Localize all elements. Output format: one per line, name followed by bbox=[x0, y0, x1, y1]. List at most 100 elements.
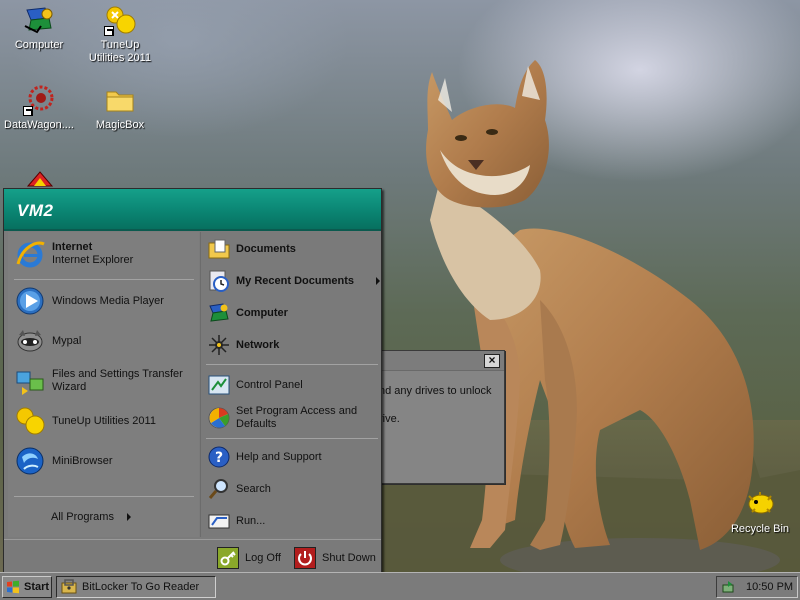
shortcut-arrow-icon bbox=[23, 106, 33, 116]
menu-item-label: Network bbox=[236, 338, 280, 351]
menu-separator bbox=[206, 438, 378, 439]
start-menu-right-pane: Documents My Recent Documents Computer N… bbox=[200, 232, 381, 537]
menu-separator bbox=[14, 279, 194, 280]
arrow-right-icon bbox=[127, 513, 131, 521]
minibrowser-icon bbox=[14, 445, 46, 477]
log-off-label: Log Off bbox=[245, 552, 281, 564]
menu-item-label: Help and Support bbox=[236, 450, 322, 463]
media-player-icon bbox=[14, 285, 46, 317]
svg-text:?: ? bbox=[215, 450, 223, 466]
shut-down-button[interactable]: Shut Down bbox=[294, 547, 376, 569]
bitlocker-icon bbox=[61, 579, 77, 594]
bitlocker-dialog[interactable]: × nd any drives to unlock rive. bbox=[372, 350, 505, 484]
menu-item-my-recent-documents[interactable]: My Recent Documents bbox=[207, 269, 354, 293]
menu-item-control-panel[interactable]: Control Panel bbox=[207, 373, 303, 397]
datawagon-icon bbox=[23, 84, 55, 116]
menu-item-label: MiniBrowser bbox=[52, 454, 113, 467]
menu-item-internet[interactable]: Internet Internet Explorer bbox=[14, 238, 133, 270]
search-icon bbox=[207, 477, 231, 501]
start-label: Start bbox=[24, 581, 50, 593]
recent-documents-icon bbox=[207, 269, 231, 293]
desktop-icon-recycle-bin[interactable]: Recycle Bin bbox=[722, 488, 798, 536]
tuneup-icon bbox=[14, 405, 46, 437]
menu-item-help-and-support[interactable]: ? Help and Support bbox=[207, 445, 322, 469]
taskbar-button-label: BitLocker To Go Reader bbox=[82, 581, 200, 593]
menu-item-tuneup[interactable]: TuneUp Utilities 2011 bbox=[14, 405, 156, 437]
computer-icon bbox=[23, 4, 55, 36]
start-menu-header: VM2 bbox=[4, 189, 381, 231]
menu-item-label: Documents bbox=[236, 242, 296, 255]
menu-item-computer[interactable]: Computer bbox=[207, 301, 288, 325]
transfer-wizard-icon bbox=[14, 365, 46, 397]
menu-item-label: Windows Media Player bbox=[52, 294, 164, 307]
dialog-message-line: nd any drives to unlock bbox=[379, 385, 492, 397]
menu-item-label: Set Program Access and Defaults bbox=[236, 405, 358, 430]
menu-item-search[interactable]: Search bbox=[207, 477, 271, 501]
system-tray: 10:50 PM bbox=[716, 576, 798, 598]
desktop-icon-label: TuneUp Utilities 2011 bbox=[88, 39, 152, 64]
recycle-bin-icon bbox=[744, 488, 776, 520]
computer-icon bbox=[207, 301, 231, 325]
user-name: VM2 bbox=[17, 201, 54, 220]
desktop-icon-magicbox[interactable]: MagicBox bbox=[82, 84, 158, 132]
program-access-icon bbox=[207, 406, 231, 430]
menu-item-label: Files and Settings Transfer Wizard bbox=[52, 368, 183, 393]
menu-item-title: Internet bbox=[52, 241, 93, 253]
desktop-icon-datawagon[interactable]: DataWagon.... bbox=[1, 84, 77, 132]
desktop-icon-partial[interactable] bbox=[24, 168, 56, 188]
tuneup-icon bbox=[104, 4, 136, 36]
menu-item-label: Mypal bbox=[52, 334, 82, 347]
start-menu[interactable]: VM2 Internet Internet Explorer Windows M… bbox=[3, 188, 382, 576]
safely-remove-hardware-icon[interactable] bbox=[722, 580, 736, 594]
menu-item-label: TuneUp Utilities 2011 bbox=[52, 414, 156, 427]
desktop-icon-label: MagicBox bbox=[95, 119, 145, 131]
taskbar-button-bitlocker[interactable]: BitLocker To Go Reader bbox=[56, 576, 216, 598]
start-menu-left-pane: Internet Internet Explorer Windows Media… bbox=[8, 232, 199, 537]
folder-icon bbox=[104, 84, 136, 116]
arrow-right-icon bbox=[376, 277, 380, 285]
clock[interactable]: 10:50 PM bbox=[746, 581, 793, 593]
start-menu-footer: Log Off Shut Down bbox=[4, 539, 381, 575]
menu-item-files-settings-transfer[interactable]: Files and Settings Transfer Wizard bbox=[14, 365, 192, 397]
menu-item-documents[interactable]: Documents bbox=[207, 237, 296, 261]
menu-item-run[interactable]: Run... bbox=[207, 509, 265, 533]
shortcut-arrow-icon bbox=[104, 26, 114, 36]
shut-down-label: Shut Down bbox=[322, 552, 376, 564]
desktop-icon-tuneup[interactable]: TuneUp Utilities 2011 bbox=[82, 4, 158, 65]
menu-item-mypal[interactable]: Mypal bbox=[14, 325, 81, 357]
menu-item-label: Run... bbox=[236, 514, 266, 527]
close-icon: × bbox=[488, 353, 496, 367]
menu-item-subtitle: Internet Explorer bbox=[52, 254, 134, 266]
menu-separator bbox=[14, 496, 194, 497]
desktop-icon-label: DataWagon.... bbox=[4, 119, 74, 131]
menu-item-minibrowser[interactable]: MiniBrowser bbox=[14, 445, 113, 477]
menu-item-label: Search bbox=[236, 482, 271, 495]
run-icon bbox=[207, 509, 231, 533]
power-icon bbox=[294, 547, 316, 569]
documents-icon bbox=[207, 237, 231, 261]
start-button[interactable]: Start bbox=[2, 576, 52, 598]
menu-item-label: Control Panel bbox=[236, 378, 303, 391]
menu-item-set-program-access[interactable]: Set Program Access and Defaults bbox=[207, 405, 376, 431]
mypal-icon bbox=[14, 325, 46, 357]
menu-item-label: My Recent Documents bbox=[236, 274, 354, 287]
network-icon bbox=[207, 333, 231, 357]
all-programs-button[interactable]: All Programs bbox=[51, 511, 131, 523]
menu-item-network[interactable]: Network bbox=[207, 333, 279, 357]
taskbar: Start BitLocker To Go Reader 10:50 PM bbox=[0, 572, 800, 600]
app-icon bbox=[26, 171, 54, 187]
windows-logo-icon bbox=[7, 580, 19, 594]
desktop-icon-label: Computer bbox=[14, 39, 64, 51]
close-button[interactable]: × bbox=[484, 354, 500, 368]
desktop-icon-computer[interactable]: Computer bbox=[1, 4, 77, 52]
menu-separator bbox=[206, 364, 378, 365]
log-off-button[interactable]: Log Off bbox=[217, 547, 281, 569]
key-icon bbox=[217, 547, 239, 569]
menu-item-label: All Programs bbox=[51, 511, 114, 523]
internet-explorer-icon bbox=[14, 238, 46, 270]
desktop-icon-label: Recycle Bin bbox=[730, 523, 790, 535]
help-icon: ? bbox=[207, 445, 231, 469]
menu-item-windows-media-player[interactable]: Windows Media Player bbox=[14, 285, 164, 317]
menu-item-label: Computer bbox=[236, 306, 288, 319]
control-panel-icon bbox=[207, 373, 231, 397]
